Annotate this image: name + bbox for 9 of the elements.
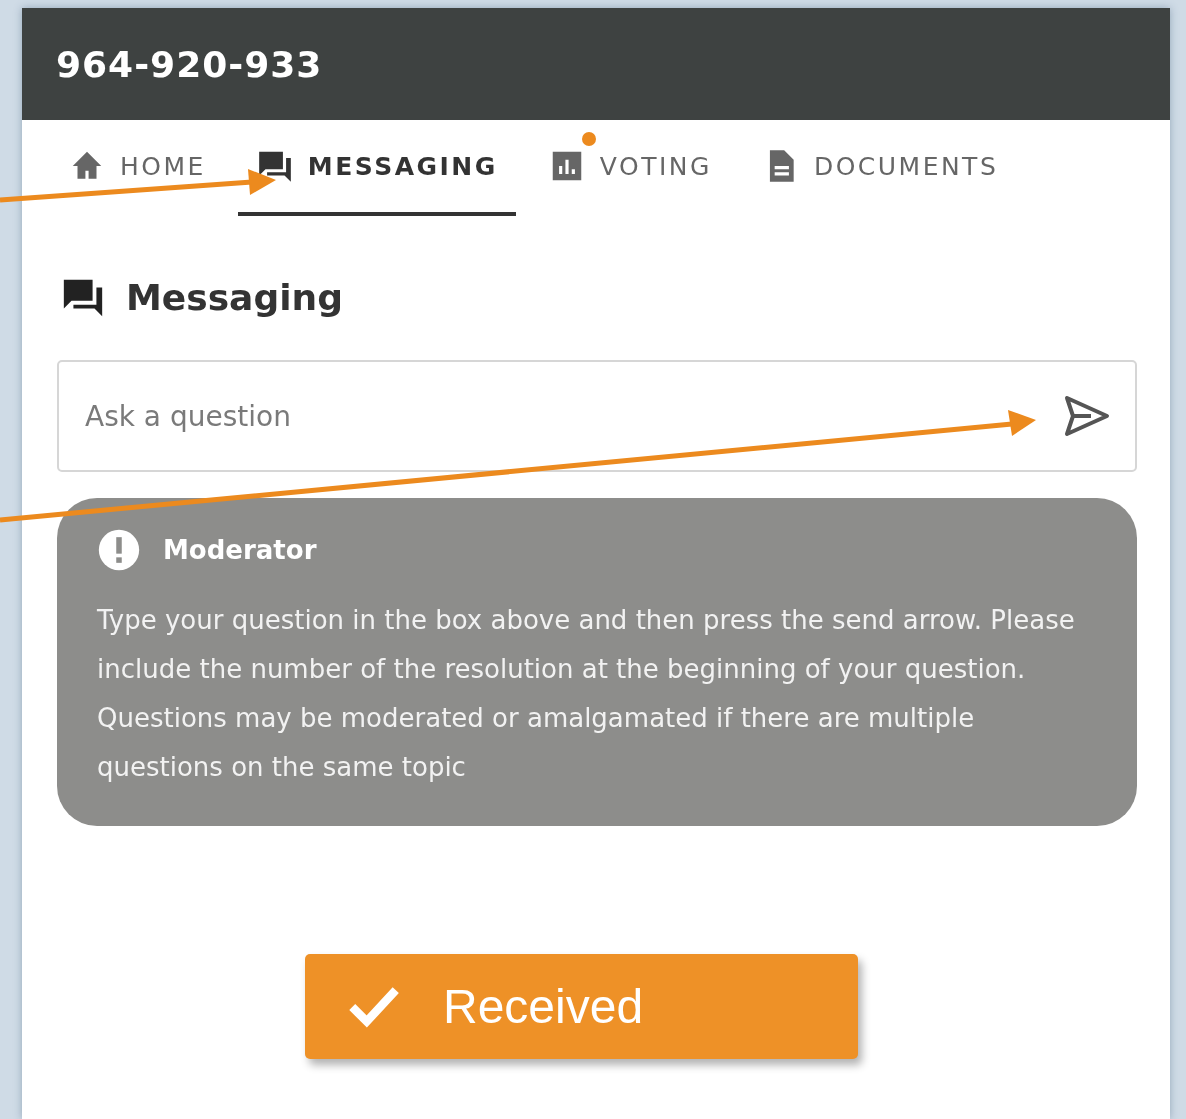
message-text: Type your question in the box above and then press the send arrow. Please include the number of the resolution at the beginning of your question. Questions may be moderated or amalgamated if there are multiple questions on the same topic: [97, 604, 1076, 784]
nav-tab[interactable]: DOCUMENTS: [743, 120, 1017, 216]
message-author: Moderator: [163, 535, 317, 565]
nav-tab[interactable]: VOTING: [529, 120, 730, 216]
section-title: Messaging: [126, 276, 343, 318]
question-field[interactable]: Ask a question: [57, 360, 1137, 472]
meeting-id: 964-920-933: [56, 43, 323, 85]
nav-tab[interactable]: HOME: [50, 120, 224, 216]
info-icon: [97, 528, 141, 572]
